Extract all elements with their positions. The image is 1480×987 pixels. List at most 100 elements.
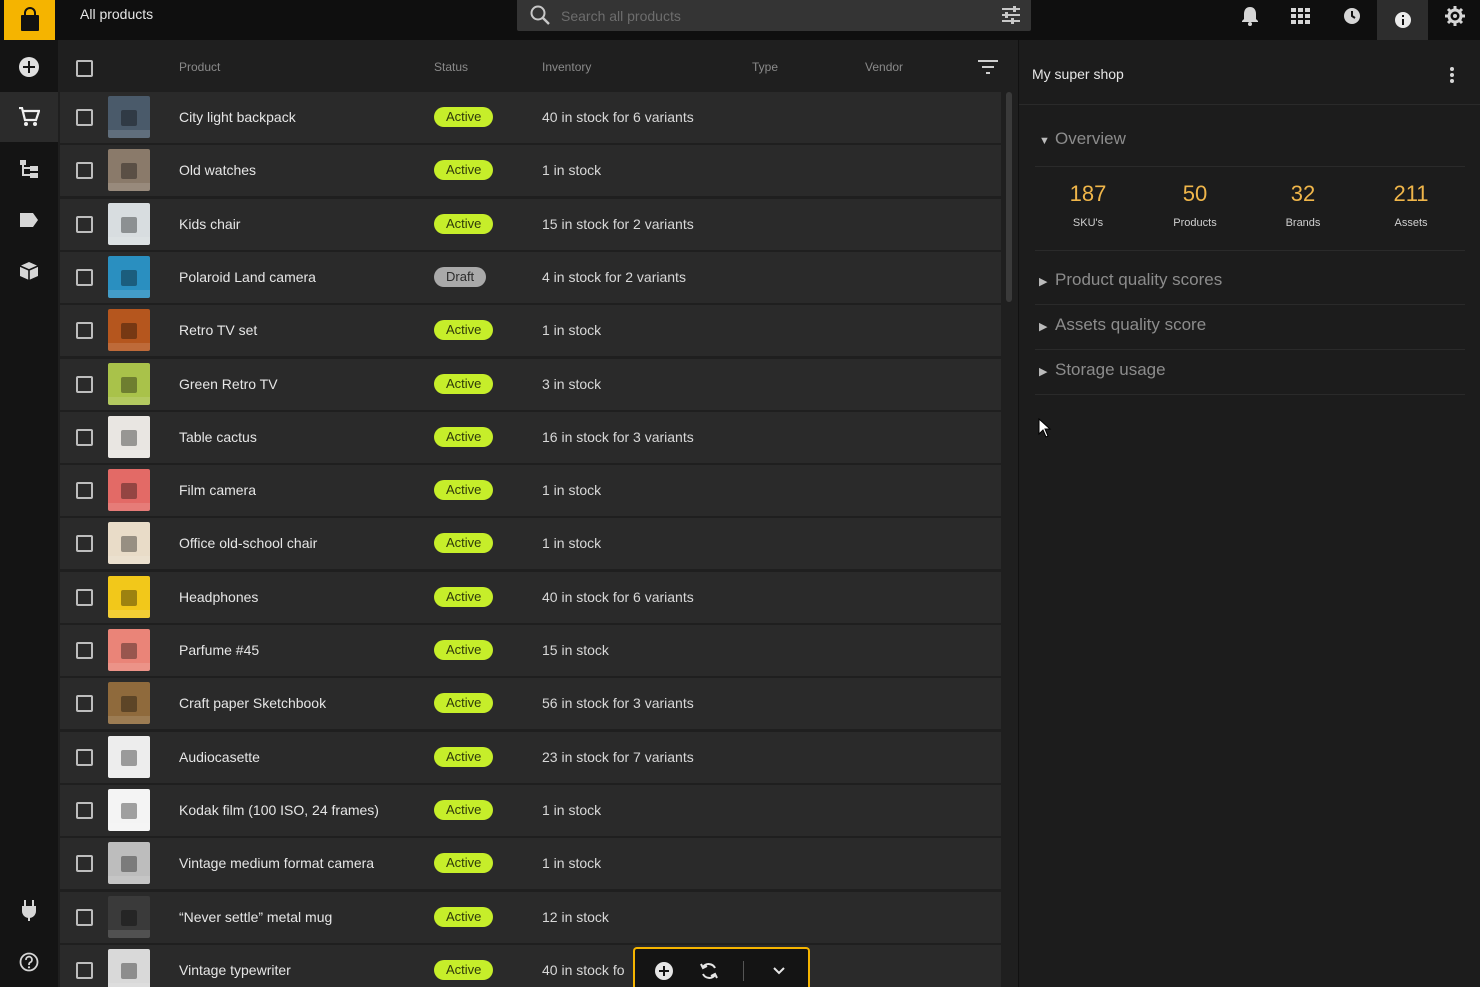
stat-label: Assets [1394,217,1428,229]
column-product[interactable]: Product [179,60,220,74]
row-checkbox[interactable] [76,322,93,340]
row-checkbox[interactable] [76,109,93,126]
product-name[interactable]: Audiocasette [179,749,260,765]
product-name[interactable]: Retro TV set [179,322,257,338]
product-name[interactable]: Polaroid Land camera [179,269,316,285]
row-checkbox[interactable] [76,855,93,873]
row-checkbox[interactable] [76,588,93,606]
product-name[interactable]: Office old-school chair [179,535,317,551]
table-row[interactable]: Green Retro TV Active 3 in stock [60,358,1001,410]
section-overview[interactable]: ▼ Overview [1039,129,1126,149]
stat-value: 187 [1069,181,1107,206]
row-checkbox[interactable] [76,215,93,233]
product-name[interactable]: Green Retro TV [179,376,278,392]
table-row[interactable]: Polaroid Land camera Draft 4 in stock for … [60,251,1001,303]
settings-button[interactable] [1429,0,1480,31]
product-name[interactable]: Kodak film (100 ISO, 24 frames) [179,802,379,818]
apps-button[interactable] [1275,0,1326,31]
row-checkbox[interactable] [76,908,93,926]
table-row[interactable]: City light backpack Active 40 in stock for… [60,92,1001,143]
status-badge: Active [434,426,494,447]
table-row[interactable]: Parfume #45 Active 15 in stock [60,625,1001,676]
search-input[interactable] [561,0,991,31]
app-logo[interactable] [4,0,55,40]
table-row[interactable]: Kodak film (100 ISO, 24 frames) Active 1 i… [60,784,1001,836]
table-row[interactable]: Table cactus Active 16 in stock for 3 vari… [60,411,1001,463]
filter-icon[interactable] [978,60,998,79]
status-badge: Active [434,160,494,181]
table-row[interactable]: Vintage medium format camera Active 1 in s… [60,838,1001,890]
nav-help[interactable] [0,937,58,987]
table-row[interactable]: Craft paper Sketchbook Active 56 in stock … [60,678,1001,730]
section-storage[interactable]: ▶ Storage usage [1039,360,1166,380]
history-button[interactable] [1326,0,1377,31]
nav-integrations[interactable] [0,885,58,935]
product-name[interactable]: City light backpack [179,109,296,125]
notifications-button[interactable] [1224,0,1275,31]
table-row[interactable]: Office old-school chair Active 1 in stock [60,518,1001,570]
inventory-text: 40 in stock for 6 variants [542,109,694,125]
column-type[interactable]: Type [752,60,778,74]
status-badge: Active [434,107,494,127]
row-checkbox[interactable] [76,801,93,819]
stat-assets: 211 Assets [1361,181,1461,229]
filter-sliders-icon[interactable] [1001,6,1021,29]
nav-products[interactable] [0,92,58,142]
nav-inventory[interactable] [0,246,58,296]
select-all-checkbox[interactable] [76,60,93,77]
row-checkbox[interactable] [76,642,93,659]
nav-tags[interactable] [0,195,58,245]
kebab-menu-icon[interactable] [1449,66,1455,89]
product-name[interactable]: Table cactus [179,429,257,445]
table-row[interactable]: Retro TV set Active 1 in stock [60,305,1001,357]
row-checkbox[interactable] [76,162,93,180]
table-header: Product Status Inventory Type Vendor [58,40,1018,92]
row-checkbox[interactable] [76,375,93,393]
product-name[interactable]: Vintage medium format camera [179,855,374,871]
nav-add[interactable] [0,42,58,92]
section-assets-quality[interactable]: ▶ Assets quality score [1039,315,1206,335]
column-inventory[interactable]: Inventory [542,60,591,74]
column-status[interactable]: Status [434,60,468,74]
table-row[interactable]: “Never settle” metal mug Active 12 in stoc… [60,891,1001,943]
product-thumbnail [108,362,150,405]
product-name[interactable]: “Never settle” metal mug [179,909,332,925]
product-name[interactable]: Kids chair [179,216,240,232]
top-bar: All products [0,0,1480,40]
nav-categories[interactable] [0,144,58,194]
product-name[interactable]: Old watches [179,162,256,178]
row-checkbox[interactable] [76,482,93,500]
row-checkbox[interactable] [76,428,93,446]
table-row[interactable]: Headphones Active 40 in stock for 6 varian… [60,571,1001,623]
search-icon [529,4,551,31]
info-button[interactable] [1377,0,1428,40]
status-badge: Active [434,586,494,607]
inventory-text: 56 in stock for 3 variants [542,695,694,712]
row-checkbox[interactable] [76,695,93,713]
row-checkbox[interactable] [76,748,93,766]
left-nav [0,40,58,987]
table-row[interactable]: Old watches Active 1 in stock [60,145,1001,197]
row-checkbox[interactable] [76,535,93,553]
column-vendor[interactable]: Vendor [865,60,903,74]
toolbar-add-button[interactable] [652,959,676,983]
table-row[interactable]: Film camera Active 1 in stock [60,465,1001,517]
product-name[interactable]: Headphones [179,589,258,605]
row-checkbox[interactable] [76,268,93,286]
table-row[interactable]: Vintage typewriter Active 40 in stock fo [60,944,1001,987]
stat-label: Products [1173,217,1217,229]
product-thumbnail [108,309,150,352]
product-name[interactable]: Vintage typewriter [179,962,291,978]
toolbar-refresh-button[interactable] [697,959,721,983]
table-scrollbar[interactable] [1006,92,1012,302]
table-row[interactable]: Kids chair Active 15 in stock for 2 varian… [60,198,1001,250]
products-table: Product Status Inventory Type Vendor Cit… [58,40,1018,987]
row-checkbox[interactable] [76,961,93,979]
product-name[interactable]: Film camera [179,482,256,498]
table-row[interactable]: Audiocasette Active 23 in stock for 7 vari… [60,731,1001,783]
product-name[interactable]: Parfume #45 [179,642,259,658]
toolbar-more-button[interactable] [767,959,791,983]
product-name[interactable]: Craft paper Sketchbook [179,695,326,711]
section-product-quality[interactable]: ▶ Product quality scores [1039,270,1222,290]
inventory-text: 15 in stock for 2 variants [542,215,694,232]
